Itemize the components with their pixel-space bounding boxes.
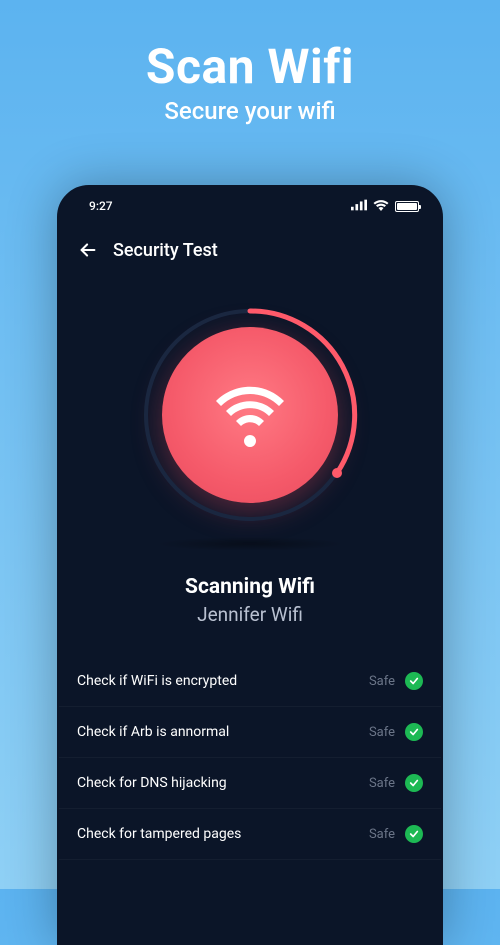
check-label: Check for tampered pages [77,826,359,842]
scan-network-name: Jennifer Wifi [59,603,441,626]
promo-title: Scan Wifi [0,38,500,95]
security-check-list: Check if WiFi is encrypted Safe Check if… [59,656,441,860]
status-time: 9:27 [89,199,113,213]
header-title: Security Test [113,240,218,261]
scan-title: Scanning Wifi [59,575,441,599]
check-status: Safe [369,674,395,689]
status-icons [351,199,419,214]
check-label: Check if WiFi is encrypted [77,673,359,689]
scan-heading: Scanning Wifi Jennifer Wifi [59,575,441,626]
promo-header: Scan Wifi Secure your wifi [0,0,500,125]
app-header: Security Test [59,217,441,277]
phone-frame: 9:27 Security Test Scan [57,185,443,945]
check-success-icon [405,672,423,690]
check-row: Check for tampered pages Safe [59,809,441,860]
check-status: Safe [369,827,395,842]
check-success-icon [405,723,423,741]
wifi-status-icon [373,199,389,214]
check-row: Check if WiFi is encrypted Safe [59,656,441,707]
promo-subtitle: Secure your wifi [0,97,500,125]
shadow-decoration [155,537,345,551]
check-row: Check if Arb is annormal Safe [59,707,441,758]
check-success-icon [405,825,423,843]
scan-progress-visual [140,305,360,525]
check-row: Check for DNS hijacking Safe [59,758,441,809]
back-button[interactable] [77,239,99,261]
status-bar: 9:27 [59,187,441,217]
battery-icon [395,201,419,212]
check-label: Check if Arb is annormal [77,724,359,740]
check-status: Safe [369,776,395,791]
cellular-signal-icon [351,199,367,214]
check-label: Check for DNS hijacking [77,775,359,791]
check-status: Safe [369,725,395,740]
check-success-icon [405,774,423,792]
